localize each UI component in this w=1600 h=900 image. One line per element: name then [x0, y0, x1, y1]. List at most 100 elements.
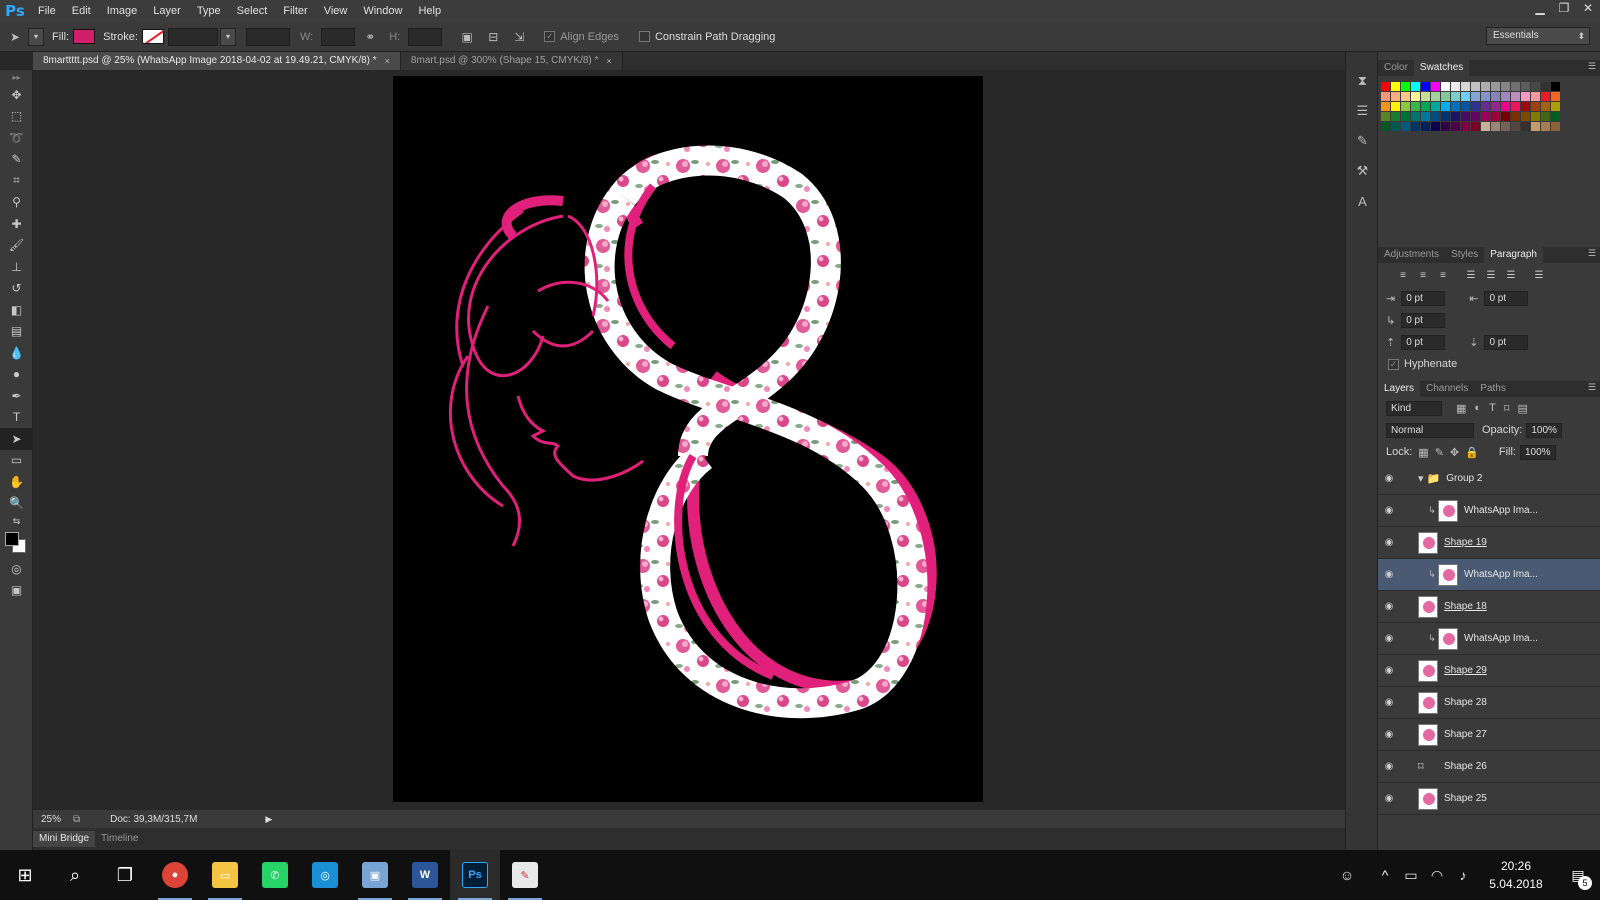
tab-timeline[interactable]: Timeline: [95, 831, 144, 847]
color-swatch[interactable]: [1411, 122, 1420, 131]
document-tab-active[interactable]: 8marttttt.psd @ 25% (WhatsApp Image 2018…: [33, 52, 401, 70]
color-swatch[interactable]: [1461, 112, 1470, 121]
tab-layers[interactable]: Layers: [1378, 381, 1421, 397]
foreground-color-swatch[interactable]: [5, 532, 19, 546]
eraser-tool-icon[interactable]: ◧: [0, 299, 33, 321]
fill-field[interactable]: 100%: [1519, 444, 1556, 460]
space-after-field[interactable]: 0 pt: [1484, 334, 1529, 350]
menu-select[interactable]: Select: [229, 0, 276, 22]
tab-swatches[interactable]: Swatches: [1413, 60, 1470, 76]
visibility-eye-icon[interactable]: ◉: [1378, 761, 1400, 772]
indent-right-field[interactable]: 0 pt: [1484, 290, 1529, 306]
zoom-tool-icon[interactable]: 🔍: [0, 493, 33, 515]
layer-row[interactable]: ◉ Shape 28: [1378, 687, 1600, 719]
history-brush-tool-icon[interactable]: ↺: [0, 278, 33, 300]
healing-brush-tool-icon[interactable]: ✚: [0, 213, 33, 235]
color-swatch[interactable]: [1531, 112, 1540, 121]
color-swatch[interactable]: [1501, 92, 1510, 101]
color-swatch[interactable]: [1451, 102, 1460, 111]
canvas-area[interactable]: [33, 70, 1345, 810]
paint-icon[interactable]: ✎: [500, 850, 550, 900]
color-swatch[interactable]: [1551, 102, 1560, 111]
justify-left-icon[interactable]: ☰: [1462, 267, 1480, 283]
pen-tool-icon[interactable]: ✒: [0, 385, 33, 407]
lock-all-icon[interactable]: 🔒: [1465, 446, 1479, 459]
filter-smart-object-icon[interactable]: ▤: [1517, 402, 1527, 415]
color-swatch[interactable]: [1541, 122, 1550, 131]
color-swatch[interactable]: [1401, 122, 1410, 131]
word-icon[interactable]: W: [400, 850, 450, 900]
layer-row[interactable]: ◉ ⌑ Shape 26: [1378, 751, 1600, 783]
task-view-icon[interactable]: ❐: [100, 850, 150, 900]
layer-row[interactable]: ◉ Shape 27: [1378, 719, 1600, 751]
color-swatch[interactable]: [1441, 122, 1450, 131]
first-line-indent-field[interactable]: 0 pt: [1401, 312, 1446, 328]
color-swatch[interactable]: [1501, 82, 1510, 91]
visibility-eye-icon[interactable]: ◉: [1378, 729, 1400, 740]
hand-tool-icon[interactable]: ✋: [0, 471, 33, 493]
path-operations-icon[interactable]: ▣: [456, 27, 478, 47]
color-swatch[interactable]: [1381, 112, 1390, 121]
color-swatch[interactable]: [1471, 82, 1480, 91]
color-swatch[interactable]: [1541, 82, 1550, 91]
color-swatch[interactable]: [1431, 82, 1440, 91]
color-swatch[interactable]: [1431, 102, 1440, 111]
color-swatch[interactable]: [1471, 122, 1480, 131]
collapse-toolbar-icon[interactable]: ▸▸: [0, 70, 33, 84]
workspace-dropdown[interactable]: Essentials: [1486, 27, 1590, 45]
menu-image[interactable]: Image: [99, 0, 146, 22]
color-swatch[interactable]: [1541, 102, 1550, 111]
panel-menu-icon[interactable]: ☰: [1588, 61, 1596, 72]
rectangle-tool-icon[interactable]: ▭: [0, 450, 33, 472]
stroke-swatch[interactable]: [141, 29, 164, 44]
quick-mask-icon[interactable]: ◎: [0, 558, 33, 580]
color-swatch[interactable]: [1491, 112, 1500, 121]
photos-icon[interactable]: ▣: [350, 850, 400, 900]
zoom-level[interactable]: 25%: [33, 814, 73, 825]
visibility-eye-icon[interactable]: ◉: [1378, 537, 1400, 548]
character-icon[interactable]: A: [1346, 186, 1379, 216]
dodge-tool-icon[interactable]: ●: [0, 364, 33, 386]
path-selection-tool-icon[interactable]: ➤: [0, 428, 33, 450]
menu-file[interactable]: File: [30, 0, 64, 22]
color-swatch[interactable]: [1501, 122, 1510, 131]
color-swatch[interactable]: [1521, 112, 1530, 121]
color-swatch[interactable]: [1551, 82, 1560, 91]
color-swatch[interactable]: [1491, 92, 1500, 101]
properties-icon[interactable]: ☰: [1346, 96, 1379, 126]
type-tool-icon[interactable]: T: [0, 407, 33, 429]
color-swatch[interactable]: [1411, 82, 1420, 91]
tab-adjustments[interactable]: Adjustments: [1378, 247, 1445, 263]
color-swatch[interactable]: [1431, 112, 1440, 121]
menu-window[interactable]: Window: [355, 0, 410, 22]
visibility-eye-icon[interactable]: ◉: [1378, 633, 1400, 644]
color-swatch[interactable]: [1391, 122, 1400, 131]
color-swatch[interactable]: [1541, 112, 1550, 121]
tab-color[interactable]: Color: [1378, 60, 1414, 76]
height-field[interactable]: [408, 27, 443, 46]
color-swatch[interactable]: [1521, 122, 1530, 131]
filter-type-icon[interactable]: T: [1489, 402, 1496, 414]
tab-paragraph[interactable]: Paragraph: [1484, 247, 1543, 263]
color-swatch[interactable]: [1381, 102, 1390, 111]
color-swatch[interactable]: [1471, 112, 1480, 121]
color-swatch[interactable]: [1531, 92, 1540, 101]
history-icon[interactable]: ⧗: [1346, 66, 1379, 96]
move-tool-icon[interactable]: ✥: [0, 84, 33, 106]
eyedropper-tool-icon[interactable]: ⚲: [0, 192, 33, 214]
color-swatch[interactable]: [1491, 102, 1500, 111]
panel-menu-icon[interactable]: ☰: [1588, 382, 1596, 393]
color-swatch[interactable]: [1391, 112, 1400, 121]
hyphenate-checkbox[interactable]: ✓: [1388, 358, 1399, 370]
tab-mini-bridge[interactable]: Mini Bridge: [33, 831, 96, 847]
visibility-eye-icon[interactable]: ◉: [1378, 569, 1400, 580]
close-tab-icon[interactable]: ×: [606, 52, 611, 70]
color-swatch[interactable]: [1511, 92, 1520, 101]
visibility-eye-icon[interactable]: ◉: [1378, 793, 1400, 804]
menu-view[interactable]: View: [316, 0, 356, 22]
align-edges-checkbox[interactable]: ✓: [544, 31, 556, 42]
color-swatch[interactable]: [1531, 102, 1540, 111]
color-swatch[interactable]: [1481, 112, 1490, 121]
color-swatch[interactable]: [1461, 92, 1470, 101]
brush-presets-icon[interactable]: ✎: [1346, 126, 1379, 156]
